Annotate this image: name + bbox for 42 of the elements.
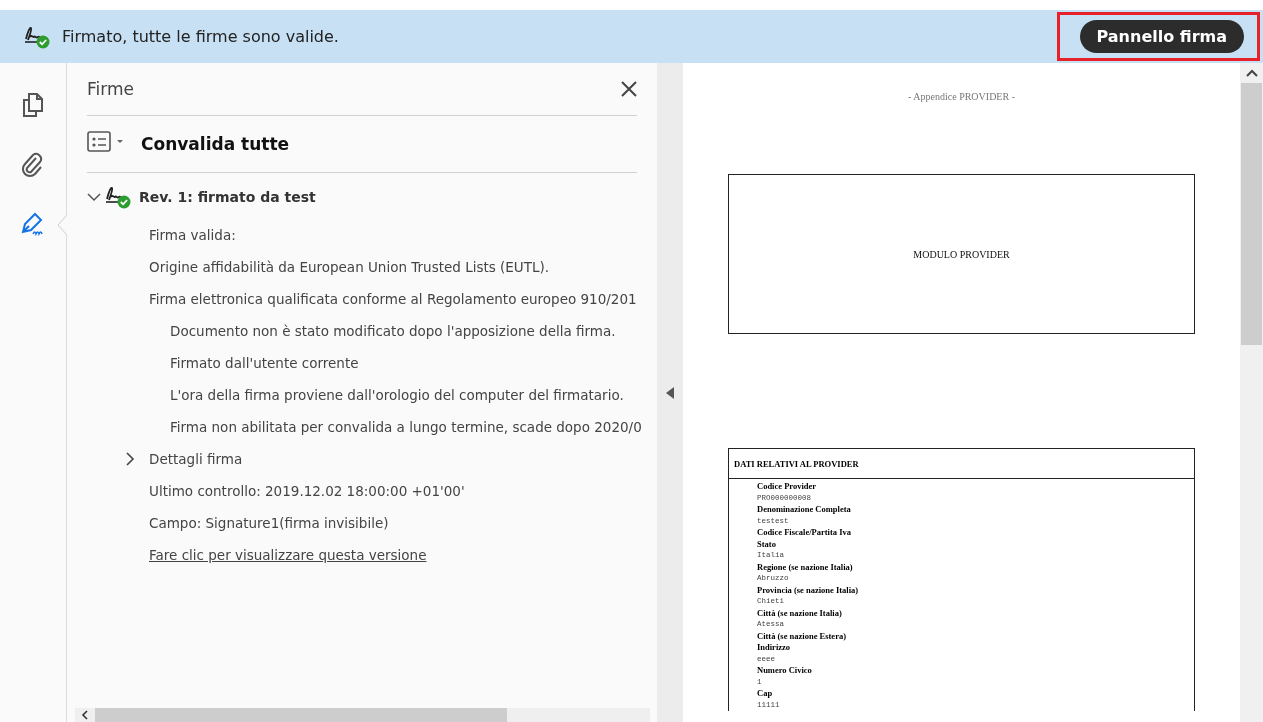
field-label: Città (se nazione Estera): [757, 630, 847, 642]
status-message: Firmato, tutte le firme sono valide.: [62, 27, 339, 46]
revision-label[interactable]: Rev. 1: firmato da test: [139, 189, 316, 205]
signature-detail: Origine affidabilità da European Union Trusted Lists (EUTL).: [149, 259, 550, 275]
validate-all-button[interactable]: Convalida tutte: [141, 134, 290, 154]
form-title: MODULO PROVIDER: [913, 248, 1010, 260]
close-icon[interactable]: [621, 81, 637, 97]
signature-detail: Ultimo controllo: 2019.12.02 18:00:00 +01'00': [149, 483, 465, 499]
paperclip-icon: [21, 152, 45, 178]
field-label: Denominazione Completa: [757, 504, 852, 516]
page-header: - Appendice PROVIDER -: [907, 91, 1016, 102]
vertical-scrollbar[interactable]: [1240, 63, 1263, 722]
signature-detail: L'ora della firma proviene dall'orologio del computer del firmatario.: [170, 387, 624, 403]
field-label: Stato: [757, 538, 777, 550]
panel-title: Firme: [87, 79, 134, 99]
chevron-icon[interactable]: [87, 192, 101, 202]
field-label: Regione (se nazione Italia): [757, 561, 854, 573]
scroll-up-icon[interactable]: [1245, 69, 1258, 77]
field-label: Cap: [757, 688, 774, 700]
signature-detail: Firmato dall'utente corrente: [170, 355, 359, 371]
signature-detail: Firma non abilitata per convalida a lungo termine, scade dopo 2020/0: [170, 419, 642, 435]
field-label: Codice Provider: [757, 481, 818, 493]
view-version-link[interactable]: Fare clic per visualizzare questa versione: [149, 547, 427, 563]
signature-detail: Firma elettronica qualificata conforme al Regolamento europeo 910/201: [149, 291, 637, 307]
collapse-panel-icon[interactable]: [666, 386, 674, 399]
field-label: Codice Fiscale/Partita Iva: [757, 527, 852, 539]
field-label: Provincia (se nazione Italia): [757, 584, 860, 596]
signature-panel-button[interactable]: Pannello firma: [1079, 20, 1244, 53]
signature-detail: Campo: Signature1(firma invisibile): [149, 515, 389, 531]
pages-icon: [21, 92, 45, 118]
details-toggle[interactable]: Dettagli firma: [149, 451, 243, 467]
section-title: DATI RELATIVI AL PROVIDER: [729, 449, 1194, 479]
field-label: Numero Civico: [757, 665, 813, 677]
horizontal-scrollbar[interactable]: [75, 708, 650, 722]
field-label: Indirizzo: [757, 642, 792, 654]
signature-detail: Documento non è stato modificato dopo l'apposizione della firma.: [170, 323, 616, 339]
signature-check-icon: [24, 24, 50, 49]
field-label: Città (se nazione Italia): [757, 607, 843, 619]
signature-check-icon: [105, 185, 131, 209]
signature-detail: Firma valida:: [149, 227, 236, 243]
scroll-left-icon[interactable]: [81, 710, 89, 720]
chevron-icon[interactable]: [125, 452, 135, 466]
